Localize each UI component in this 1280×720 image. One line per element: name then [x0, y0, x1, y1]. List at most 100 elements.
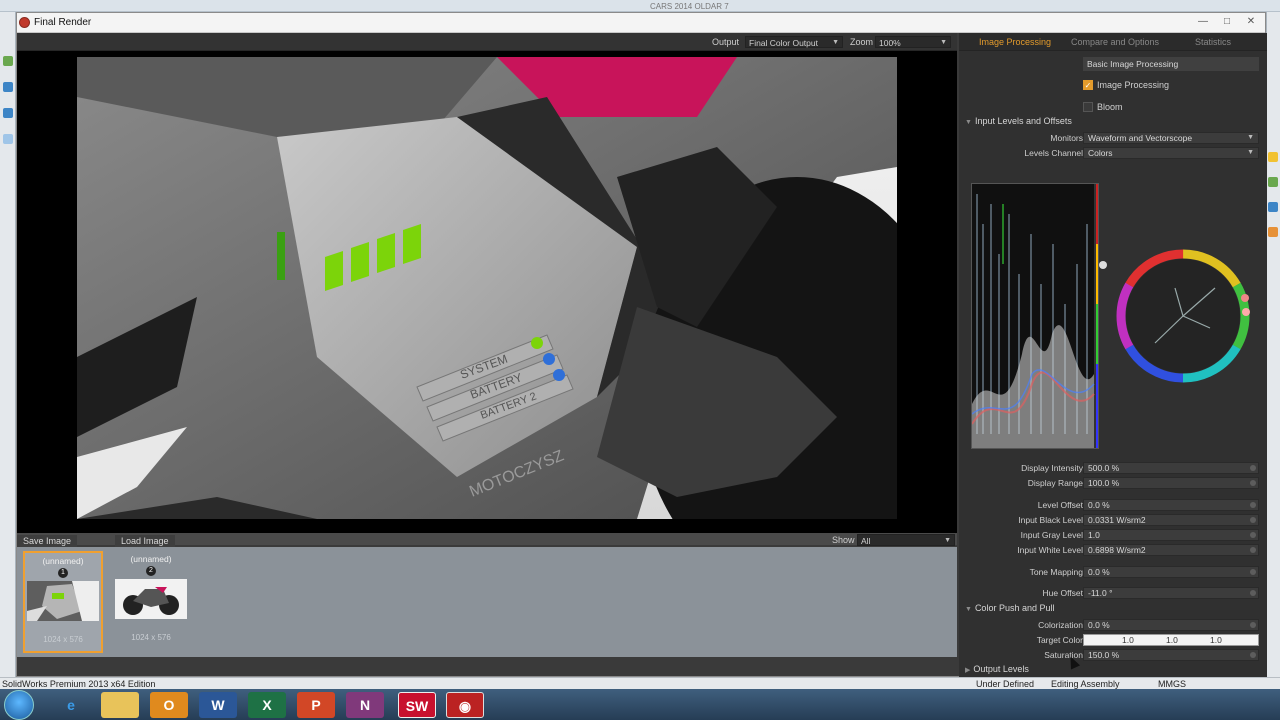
tool-icon[interactable] [1268, 227, 1278, 237]
tone-mapping-field[interactable]: 0.0 % [1083, 566, 1259, 578]
excel-icon[interactable]: X [248, 692, 286, 718]
bloom-checkbox[interactable] [1083, 102, 1093, 112]
thumbnail-size: 1024 x 576 [131, 633, 171, 642]
status-edition: SolidWorks Premium 2013 x64 Edition [2, 679, 156, 689]
tool-icon[interactable] [3, 134, 13, 144]
status-bar: SolidWorks Premium 2013 x64 Edition Unde… [0, 677, 1280, 689]
waveform-graph [972, 184, 1098, 448]
image-processing-label: Image Processing [1097, 80, 1170, 90]
minimize-button[interactable]: — [1193, 15, 1213, 29]
outlook-icon[interactable]: O [150, 692, 188, 718]
input-white-level-row: Input White Level 0.6898 W/srm2 [959, 543, 1267, 557]
chevron-down-icon: ▼ [1247, 149, 1254, 156]
tone-mapping-label: Tone Mapping [1029, 567, 1083, 577]
input-white-level-field[interactable]: 0.6898 W/srm2 [1083, 544, 1259, 556]
file-explorer-icon[interactable] [101, 692, 139, 718]
word-icon[interactable]: W [199, 692, 237, 718]
thumbnail-size: 1024 x 576 [43, 635, 83, 644]
background-app-title: CARS 2014 OLDAR 7 [650, 2, 729, 11]
level-offset-label: Level Offset [1037, 500, 1083, 510]
keyframe-icon[interactable] [1250, 465, 1256, 471]
tool-icon[interactable] [1268, 202, 1278, 212]
chevron-down-icon: ▼ [944, 537, 951, 544]
keyframe-icon[interactable] [1250, 547, 1256, 553]
zoom-select[interactable]: 100% ▼ [875, 36, 951, 48]
start-button[interactable] [4, 690, 34, 720]
onenote-icon[interactable]: N [346, 692, 384, 718]
keyframe-icon[interactable] [1250, 502, 1256, 508]
colorization-row: Colorization 0.0 % [959, 618, 1267, 632]
waveform-slider-handle[interactable] [1099, 261, 1107, 269]
tab-compare-and-options[interactable]: Compare and Options [1071, 37, 1159, 47]
saturation-field[interactable]: 150.0 % [1083, 649, 1259, 661]
display-range-field[interactable]: 100.0 % [1083, 477, 1259, 489]
display-range-row: Display Range 100.0 % [959, 476, 1267, 490]
section-label: Output Levels [973, 664, 1029, 674]
tool-icon[interactable] [3, 56, 13, 66]
keyframe-icon[interactable] [1250, 517, 1256, 523]
tone-mapping-row: Tone Mapping 0.0 % [959, 565, 1267, 579]
thumbnail-image [27, 581, 99, 621]
chevron-down-icon: ▼ [940, 39, 947, 46]
display-intensity-field[interactable]: 500.0 % [1083, 462, 1259, 474]
internet-explorer-icon[interactable]: e [52, 692, 90, 718]
show-select[interactable]: All ▼ [857, 534, 955, 546]
save-image-button[interactable]: Save Image [17, 535, 78, 547]
photoview-icon[interactable]: ◉ [446, 692, 484, 718]
colorization-field[interactable]: 0.0 % [1083, 619, 1259, 631]
tab-image-processing[interactable]: Image Processing [979, 37, 1051, 47]
keyframe-icon[interactable] [1250, 622, 1256, 628]
target-color-b: 1.0 [1210, 635, 1222, 645]
waveform-monitor [971, 183, 1099, 449]
output-select[interactable]: Final Color Output ▼ [745, 36, 843, 48]
tool-icon[interactable] [1268, 152, 1278, 162]
load-image-button[interactable]: Load Image [115, 535, 175, 547]
title-bar: Final Render — □ ✕ [17, 13, 1265, 33]
zoom-select-value: 100% [879, 38, 901, 48]
colorization-value: 0.0 % [1088, 620, 1110, 630]
tab-statistics[interactable]: Statistics [1195, 37, 1231, 47]
target-color-g: 1.0 [1166, 635, 1178, 645]
target-color-field[interactable]: 1.0 1.0 1.0 [1083, 634, 1259, 646]
keyframe-icon[interactable] [1250, 652, 1256, 658]
close-button[interactable]: ✕ [1241, 15, 1261, 29]
tool-icon[interactable] [3, 82, 13, 92]
input-levels-section[interactable]: ▼ Input Levels and Offsets [965, 116, 1072, 126]
keyframe-icon[interactable] [1250, 590, 1256, 596]
status-editing: Editing Assembly [1051, 679, 1120, 689]
thumbnail-1[interactable]: (unnamed) 1 1024 x 576 [23, 551, 103, 653]
hue-offset-row: Hue Offset -11.0 ° [959, 586, 1267, 600]
powerpoint-icon[interactable]: P [297, 692, 335, 718]
window-title: Final Render [34, 17, 92, 28]
keyframe-icon[interactable] [1250, 532, 1256, 538]
maximize-button[interactable]: □ [1217, 15, 1237, 29]
input-black-level-field[interactable]: 0.0331 W/srm2 [1083, 514, 1259, 526]
keyframe-icon[interactable] [1250, 569, 1256, 575]
monitors-select[interactable]: Waveform and Vectorscope ▼ [1083, 132, 1259, 144]
tool-icon[interactable] [1268, 177, 1278, 187]
thumbnail-index: 2 [146, 566, 156, 576]
chevron-down-icon: ▼ [832, 39, 839, 46]
thumbnail-render [115, 579, 187, 619]
thumbnail-2[interactable]: (unnamed) 2 1024 x 576 [111, 551, 191, 653]
image-processing-row: ✓ Image Processing [959, 78, 1267, 92]
levels-channel-select[interactable]: Colors ▼ [1083, 147, 1259, 159]
solidworks-icon[interactable]: SW [398, 692, 436, 718]
output-levels-section[interactable]: ▶ Output Levels [965, 664, 1029, 674]
color-push-pull-section[interactable]: ▼ Color Push and Pull [965, 603, 1054, 613]
status-units[interactable]: MMGS [1158, 679, 1186, 689]
level-offset-field[interactable]: 0.0 % [1083, 499, 1259, 511]
level-offset-value: 0.0 % [1088, 500, 1110, 510]
show-label: Show [832, 535, 855, 545]
target-color-label: Target Color [1036, 635, 1083, 645]
hue-offset-field[interactable]: -11.0 ° [1083, 587, 1259, 599]
tool-icon[interactable] [3, 108, 13, 118]
colorization-label: Colorization [1038, 620, 1083, 630]
taskbar: e O W X P N SW ◉ [0, 689, 1280, 720]
image-processing-checkbox[interactable]: ✓ [1083, 80, 1093, 90]
panel-tabs: Image Processing Compare and Options Sta… [959, 33, 1267, 51]
keyframe-icon[interactable] [1250, 480, 1256, 486]
input-gray-level-field[interactable]: 1.0 [1083, 529, 1259, 541]
input-black-level-label: Input Black Level [1018, 515, 1083, 525]
input-gray-level-value: 1.0 [1088, 530, 1100, 540]
